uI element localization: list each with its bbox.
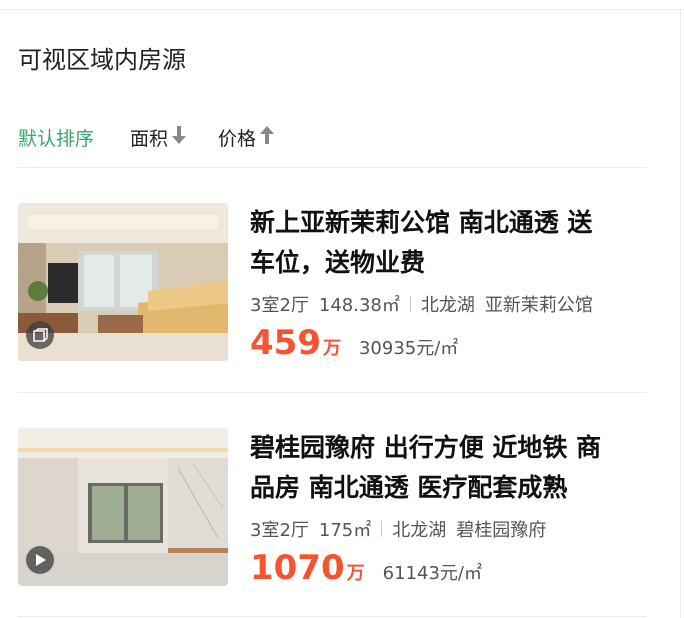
- listing-price-unit: 万: [322, 338, 341, 359]
- vr-cube-icon: [26, 321, 54, 349]
- page-title: 可视区域内房源: [18, 46, 186, 74]
- listing-layout: 3室2厅: [250, 520, 309, 541]
- listing-price: 459: [250, 323, 321, 363]
- listing-meta: 3室2厅 175㎡ 北龙湖 碧桂园豫府: [250, 516, 650, 542]
- sort-area-label: 面积: [130, 127, 169, 150]
- listing-divider: [18, 616, 646, 617]
- listing-info: 新上亚新茉莉公馆 南北通透 送 车位，送物业费 3室2厅 148.38㎡ 北龙湖…: [250, 203, 650, 363]
- video-play-icon: [26, 546, 54, 574]
- listing-meta: 3室2厅 148.38㎡ 北龙湖 亚新茉莉公馆: [250, 291, 650, 317]
- listing-title[interactable]: 碧桂园豫府 出行方便 近地铁 商 品房 南北通透 医疗配套成熟: [250, 428, 650, 508]
- arrow-up-icon: [260, 125, 275, 150]
- sort-price-button[interactable]: 价格: [218, 124, 275, 151]
- meta-separator: [409, 296, 411, 312]
- listing-title-line2: 品房 南北通透 医疗配套成熟: [250, 473, 568, 502]
- listing-district: 北龙湖: [392, 520, 447, 541]
- listing-photo[interactable]: [18, 203, 228, 361]
- listing-price-row: 459 万 30935元/㎡: [250, 323, 650, 363]
- listing-unit-price: 61143元/㎡: [382, 563, 482, 584]
- listing-photo[interactable]: [18, 428, 228, 586]
- listing-title-line1: 新上亚新茉莉公馆 南北通透 送: [250, 208, 593, 237]
- sort-default-label: 默认排序: [18, 127, 95, 150]
- sort-default-button[interactable]: 默认排序: [18, 124, 94, 151]
- sort-bar: 默认排序 面积 价格: [18, 120, 306, 154]
- listing-price-row: 1070 万 61143元/㎡: [250, 548, 650, 588]
- listing-community: 碧桂园豫府: [456, 520, 547, 541]
- listing-title-line1: 碧桂园豫府 出行方便 近地铁 商: [250, 433, 602, 462]
- listing-area: 148.38㎡: [318, 295, 400, 316]
- listing-card[interactable]: 碧桂园豫府 出行方便 近地铁 商 品房 南北通透 医疗配套成熟 3室2厅 175…: [18, 428, 646, 588]
- listing-area: 175㎡: [318, 520, 372, 541]
- right-divider: [680, 10, 681, 618]
- sort-divider: [18, 167, 646, 168]
- top-divider: [0, 9, 684, 10]
- meta-separator: [381, 521, 383, 537]
- listing-layout: 3室2厅: [250, 295, 309, 316]
- listing-title[interactable]: 新上亚新茉莉公馆 南北通透 送 车位，送物业费: [250, 203, 650, 283]
- listing-title-line2: 车位，送物业费: [250, 248, 426, 277]
- listing-info: 碧桂园豫府 出行方便 近地铁 商 品房 南北通透 医疗配套成熟 3室2厅 175…: [250, 428, 650, 588]
- sort-price-label: 价格: [218, 127, 257, 150]
- sort-area-button[interactable]: 面积: [130, 124, 187, 151]
- listing-community: 亚新茉莉公馆: [484, 295, 593, 316]
- listing-card[interactable]: 新上亚新茉莉公馆 南北通透 送 车位，送物业费 3室2厅 148.38㎡ 北龙湖…: [18, 203, 646, 363]
- arrow-down-icon: [172, 125, 187, 150]
- listing-district: 北龙湖: [420, 295, 475, 316]
- listing-price: 1070: [250, 548, 345, 588]
- listing-divider: [18, 392, 646, 393]
- listing-price-unit: 万: [346, 563, 365, 584]
- listing-unit-price: 30935元/㎡: [358, 338, 459, 359]
